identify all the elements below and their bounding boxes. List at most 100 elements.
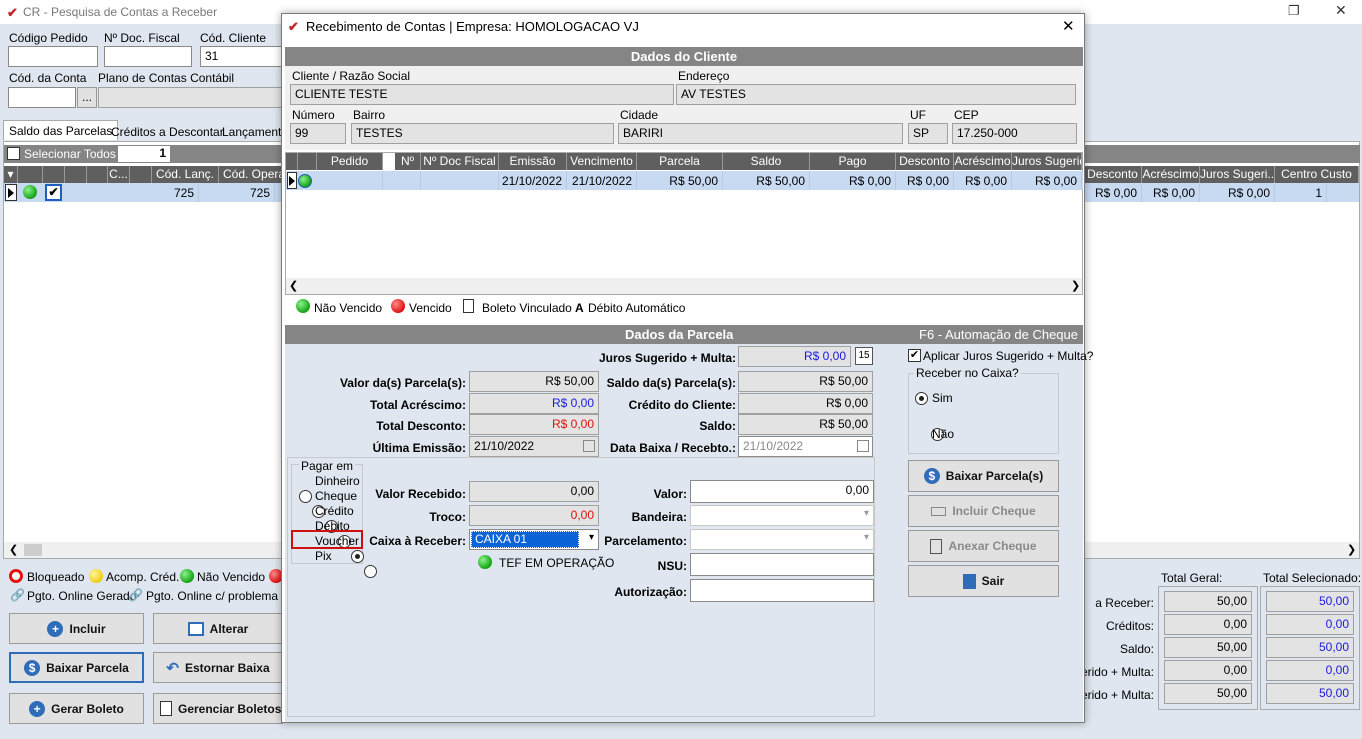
estornar-baixa-button[interactable]: ↶ Estornar Baixa bbox=[153, 652, 283, 683]
anexar-cheque-button[interactable]: Anexar Cheque bbox=[908, 530, 1059, 562]
tef-status-icon bbox=[478, 555, 492, 569]
chevron-down-icon[interactable]: ▾ bbox=[864, 532, 869, 543]
uf-field[interactable]: SP bbox=[908, 123, 948, 144]
totals-geral-value: 0,00 bbox=[1164, 660, 1252, 681]
baixar-parcelas-button[interactable]: $ Baixar Parcela(s) bbox=[908, 460, 1059, 492]
ultima-emissao-field[interactable]: 21/10/2022 bbox=[469, 436, 599, 457]
nsu-field[interactable] bbox=[690, 553, 874, 576]
valor-recebido-field[interactable]: 0,00 bbox=[469, 481, 599, 502]
grid-header-cod-lanc: Cód. Lanç. bbox=[152, 166, 219, 183]
codigo-pedido-input[interactable] bbox=[8, 46, 98, 67]
saldo-label: Saldo: bbox=[699, 419, 736, 433]
parcelamento-select[interactable]: ▾ bbox=[690, 529, 874, 550]
bandeira-label: Bandeira: bbox=[631, 510, 687, 524]
tab-saldo-parcelas[interactable]: Saldo das Parcelas bbox=[3, 120, 119, 140]
totals-sel-value: 50,00 bbox=[1266, 637, 1354, 658]
cliente-field[interactable]: CLIENTE TESTE bbox=[290, 84, 674, 105]
close-icon[interactable]: ✕ bbox=[1335, 2, 1347, 19]
recebimento-dialog: ✔ Recebimento de Contas | Empresa: HOMOL… bbox=[281, 13, 1093, 723]
tab-creditos-descontar[interactable]: Créditos a Descontar bbox=[106, 122, 229, 142]
valor-parcelas-field[interactable]: R$ 50,00 bbox=[469, 371, 599, 392]
aplicar-juros-checkbox[interactable]: ✔ bbox=[908, 349, 921, 362]
scroll-thumb[interactable] bbox=[24, 544, 42, 556]
total-desconto-field[interactable]: R$ 0,00 bbox=[469, 414, 599, 435]
dlg-legend-debito: Débito Automático bbox=[588, 301, 686, 315]
cod-conta-input[interactable] bbox=[8, 87, 76, 108]
saldo-field[interactable]: R$ 50,00 bbox=[738, 414, 873, 435]
exit-door-icon bbox=[962, 573, 976, 589]
total-acrescimo-field[interactable]: R$ 0,00 bbox=[469, 393, 599, 414]
row-check-box[interactable]: ✔ bbox=[45, 184, 62, 201]
cod-conta-lookup-button[interactable]: ... bbox=[77, 87, 97, 108]
nsu-label: NSU: bbox=[657, 559, 687, 573]
autorizacao-field[interactable] bbox=[690, 579, 874, 602]
sair-button[interactable]: Sair bbox=[908, 565, 1059, 597]
dlg-grid-header: Parcela bbox=[637, 153, 723, 170]
legend-debito-icon: A bbox=[575, 301, 584, 315]
troco-field[interactable]: 0,00 bbox=[469, 505, 599, 526]
cidade-field[interactable]: BARIRI bbox=[618, 123, 903, 144]
bg-hscrollbar[interactable]: ❮ bbox=[4, 542, 282, 558]
dlg-scroll-right-icon[interactable]: ❯ bbox=[1071, 279, 1080, 292]
saldo-parcelas-field[interactable]: R$ 50,00 bbox=[738, 371, 873, 392]
row-acrescimo-r: R$ 0,00 bbox=[1142, 184, 1200, 202]
receber-caixa-label: Receber no Caixa? bbox=[914, 366, 1021, 380]
valor-field[interactable]: 0,00 bbox=[690, 480, 874, 503]
grid-header-check bbox=[43, 166, 65, 183]
cod-cliente-label: Cód. Cliente bbox=[200, 31, 267, 45]
bairro-field[interactable]: TESTES bbox=[351, 123, 614, 144]
scroll-right-icon[interactable]: ❯ bbox=[1347, 543, 1356, 556]
valor-label: Valor: bbox=[653, 487, 687, 501]
plano-contas-input[interactable] bbox=[98, 87, 282, 108]
totals-geral-value: 50,00 bbox=[1164, 591, 1252, 612]
cod-cliente-input[interactable]: 31 bbox=[200, 46, 282, 67]
pay-dinheiro-radio[interactable] bbox=[299, 489, 312, 503]
gerenciar-boletos-button[interactable]: Gerenciar Boletos bbox=[153, 693, 283, 724]
dlg-scroll-left-icon[interactable]: ❮ bbox=[289, 279, 298, 292]
bg-hscrollbar-right[interactable]: ❯ bbox=[1084, 542, 1359, 558]
totals-row-label: Saldo: bbox=[1119, 642, 1154, 656]
cidade-label: Cidade bbox=[620, 108, 659, 122]
dlg-legend-nao-vencido: Não Vencido bbox=[314, 301, 383, 315]
cep-field[interactable]: 17.250-000 bbox=[952, 123, 1077, 144]
endereco-field[interactable]: AV TESTES bbox=[676, 84, 1076, 105]
dialog-close-icon[interactable]: ✕ bbox=[1062, 17, 1075, 35]
restore-icon[interactable]: ❐ bbox=[1288, 3, 1300, 19]
baixar-parcela-button[interactable]: $ Baixar Parcela bbox=[9, 652, 144, 683]
totals-row-label: Créditos: bbox=[1105, 619, 1154, 633]
pay-option-label: Pix bbox=[315, 549, 332, 563]
dialog-logo-icon: ✔ bbox=[288, 19, 299, 34]
dlg-row-parcela: R$ 50,00 bbox=[637, 172, 723, 190]
nr-doc-fiscal-input[interactable] bbox=[104, 46, 192, 67]
app-logo-icon: ✔ bbox=[7, 5, 18, 20]
data-baixa-field[interactable]: 21/10/2022 bbox=[738, 436, 873, 457]
bandeira-select[interactable]: ▾ bbox=[690, 505, 874, 526]
dlg-grid-header: Pedido bbox=[317, 153, 383, 170]
scroll-left-icon[interactable]: ❮ bbox=[9, 543, 18, 556]
undo-arrow-icon: ↶ bbox=[166, 659, 179, 677]
dlg-legend-boleto: Boleto Vinculado bbox=[482, 301, 572, 315]
pay-pix-radio[interactable] bbox=[364, 564, 377, 578]
cliente-label: Cliente / Razão Social bbox=[292, 69, 411, 83]
calendar-icon[interactable] bbox=[857, 440, 869, 452]
numero-field[interactable]: 99 bbox=[290, 123, 346, 144]
grid-header-indicator: ▾ bbox=[4, 166, 18, 183]
gerar-boleto-button[interactable]: + Gerar Boleto bbox=[9, 693, 144, 724]
juros-label: Juros Sugerido + Multa: bbox=[598, 351, 736, 365]
credito-cliente-field[interactable]: R$ 0,00 bbox=[738, 393, 873, 414]
incluir-button[interactable]: + Incluir bbox=[9, 613, 144, 644]
alterar-button[interactable]: Alterar bbox=[153, 613, 283, 644]
dlg-row-indicator-icon bbox=[287, 172, 297, 189]
juros-calendar-button[interactable]: 15 bbox=[855, 347, 873, 365]
caixa-select[interactable]: CAIXA 01 ▾ bbox=[469, 529, 599, 550]
grid-header-c: C... bbox=[108, 166, 130, 183]
incluir-cheque-button[interactable]: Incluir Cheque bbox=[908, 495, 1059, 527]
juros-field[interactable]: R$ 0,00 bbox=[738, 346, 851, 367]
dollar-icon: $ bbox=[24, 659, 41, 676]
legend-pgto-online-problema: Pgto. Online c/ problema bbox=[146, 589, 279, 603]
bloqueado-icon bbox=[9, 569, 23, 583]
pay-voucher-radio[interactable] bbox=[351, 549, 364, 563]
dlg-hscrollbar[interactable]: ❮ ❯ bbox=[286, 278, 1082, 294]
chevron-down-icon[interactable]: ▾ bbox=[864, 508, 869, 519]
selecionar-todos-checkbox[interactable] bbox=[7, 147, 20, 160]
